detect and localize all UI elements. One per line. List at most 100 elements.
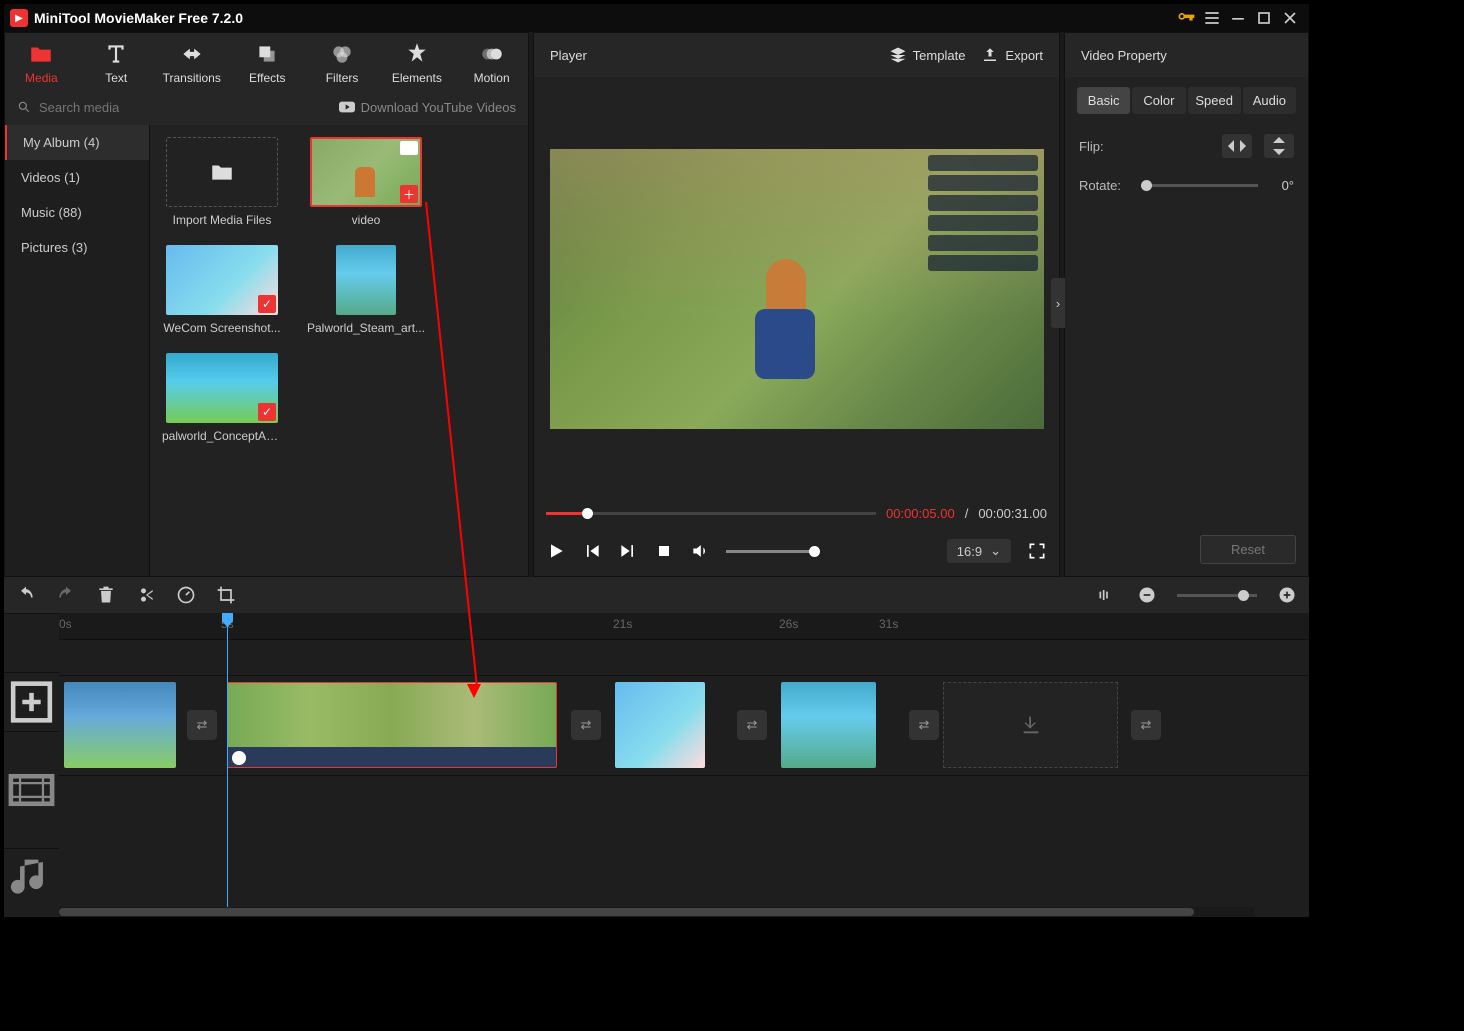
title-bar: ▶ MiniTool MovieMaker Free 7.2.0	[4, 4, 1309, 32]
annotation-arrow-head	[467, 684, 481, 698]
app-title: MiniTool MovieMaker Free 7.2.0	[34, 10, 243, 26]
zoom-out-button[interactable]	[1137, 585, 1157, 605]
search-input[interactable]	[39, 100, 331, 115]
maximize-button[interactable]	[1251, 8, 1277, 28]
export-icon	[981, 46, 999, 64]
player-title: Player	[550, 48, 873, 63]
split-button[interactable]	[136, 585, 156, 605]
clip-2-selected[interactable]	[227, 682, 557, 768]
import-media-button[interactable]: Import Media Files	[162, 137, 282, 227]
template-button[interactable]: Template	[889, 46, 966, 64]
media-item-video[interactable]: ＋ video	[306, 137, 426, 227]
elements-icon	[404, 41, 430, 67]
menu-icon[interactable]	[1199, 8, 1225, 28]
minimize-button[interactable]	[1225, 8, 1251, 28]
chevron-down-icon: ⌄	[990, 543, 1001, 559]
search-icon	[17, 100, 31, 114]
youtube-icon	[339, 101, 355, 113]
fullscreen-button[interactable]	[1027, 541, 1047, 561]
used-check-icon: ✓	[258, 295, 276, 313]
time-current: 00:00:05.00	[886, 506, 955, 521]
resource-tabs: Media Text Transitions Effects Filters E…	[5, 33, 528, 89]
speed-button[interactable]	[176, 585, 196, 605]
sidebar-item-videos[interactable]: Videos (1)	[5, 160, 149, 195]
download-youtube-button[interactable]: Download YouTube Videos	[339, 100, 516, 115]
tab-elements[interactable]: Elements	[388, 41, 445, 85]
flip-horizontal-button[interactable]	[1222, 134, 1252, 158]
play-button[interactable]	[546, 541, 566, 561]
media-item-wecom[interactable]: ✓ WeCom Screenshot...	[162, 245, 282, 335]
tab-media[interactable]: Media	[13, 41, 70, 85]
motion-icon	[479, 41, 505, 67]
panel-collapse-button[interactable]: ›	[1051, 278, 1065, 328]
audio-track[interactable]	[59, 775, 1309, 835]
effects-icon	[254, 41, 280, 67]
clip-audio-waveform	[228, 747, 556, 767]
prev-frame-button[interactable]	[582, 541, 602, 561]
prop-tab-speed[interactable]: Speed	[1188, 87, 1241, 114]
close-button[interactable]	[1277, 8, 1303, 28]
undo-button[interactable]	[16, 585, 36, 605]
license-key-icon[interactable]	[1173, 8, 1199, 28]
folder-icon	[28, 41, 54, 67]
clip-4[interactable]	[781, 682, 876, 768]
transition-slot-3[interactable]: ⇄	[737, 710, 767, 740]
prop-tab-color[interactable]: Color	[1132, 87, 1185, 114]
zoom-slider[interactable]	[1177, 594, 1257, 597]
clip-1[interactable]	[64, 682, 176, 768]
timeline-scrollbar[interactable]	[59, 907, 1254, 917]
add-track-button[interactable]	[4, 672, 59, 731]
flip-vertical-button[interactable]	[1264, 134, 1294, 158]
transition-slot-2[interactable]: ⇄	[571, 710, 601, 740]
next-frame-button[interactable]	[618, 541, 638, 561]
tab-effects[interactable]: Effects	[239, 41, 296, 85]
tab-text[interactable]: Text	[88, 41, 145, 85]
export-button[interactable]: Export	[981, 46, 1043, 64]
seek-bar[interactable]	[546, 512, 876, 515]
transition-slot-5[interactable]: ⇄	[1131, 710, 1161, 740]
media-sidebar: My Album (4) Videos (1) Music (88) Pictu…	[5, 125, 150, 576]
redo-button[interactable]	[56, 585, 76, 605]
video-track-icon	[4, 731, 59, 848]
aspect-ratio-select[interactable]: 16:9⌄	[947, 539, 1011, 563]
tab-transitions[interactable]: Transitions	[163, 41, 221, 85]
playhead[interactable]	[227, 613, 228, 907]
overlay-track[interactable]	[59, 639, 1309, 675]
drop-zone[interactable]	[943, 682, 1118, 768]
volume-slider[interactable]	[726, 550, 816, 553]
tab-filters[interactable]: Filters	[314, 41, 371, 85]
rotate-value: 0°	[1270, 178, 1294, 193]
volume-icon[interactable]	[690, 541, 710, 561]
tab-motion[interactable]: Motion	[463, 41, 520, 85]
used-check-icon: ✓	[258, 403, 276, 421]
transition-slot-4[interactable]: ⇄	[909, 710, 939, 740]
video-track[interactable]: ⇄ ⇄ ⇄ ⇄ ⇄	[59, 675, 1309, 775]
stop-button[interactable]	[654, 541, 674, 561]
player-viewport	[534, 77, 1059, 500]
sidebar-item-pictures[interactable]: Pictures (3)	[5, 230, 149, 265]
media-grid: Import Media Files ＋ video ✓ WeCom Scree…	[150, 125, 528, 576]
flip-label: Flip:	[1079, 139, 1129, 154]
property-title: Video Property	[1065, 33, 1308, 77]
auto-fit-icon[interactable]	[1097, 585, 1117, 605]
rotate-label: Rotate:	[1079, 178, 1129, 193]
media-item-palworld-concept[interactable]: ✓ palworld_ConceptArt...	[162, 353, 282, 443]
download-icon	[1020, 714, 1042, 736]
folder-icon	[209, 159, 235, 185]
preview-screen[interactable]	[550, 149, 1044, 429]
reset-button[interactable]: Reset	[1200, 535, 1296, 564]
clip-3[interactable]	[615, 682, 705, 768]
transition-slot-1[interactable]: ⇄	[187, 710, 217, 740]
rotate-slider[interactable]	[1141, 184, 1258, 187]
sidebar-item-my-album[interactable]: My Album (4)	[5, 125, 149, 160]
timeline-ruler[interactable]: 0s 5s 21s 26s 31s	[59, 613, 1309, 639]
crop-button[interactable]	[216, 585, 236, 605]
prop-tab-basic[interactable]: Basic	[1077, 87, 1130, 114]
media-item-palworld-steam[interactable]: ✓ Palworld_Steam_art...	[306, 245, 426, 335]
video-type-icon	[400, 141, 418, 155]
prop-tab-audio[interactable]: Audio	[1243, 87, 1296, 114]
sidebar-item-music[interactable]: Music (88)	[5, 195, 149, 230]
zoom-in-button[interactable]	[1277, 585, 1297, 605]
delete-button[interactable]	[96, 585, 116, 605]
add-to-timeline-icon[interactable]: ＋	[400, 185, 418, 203]
